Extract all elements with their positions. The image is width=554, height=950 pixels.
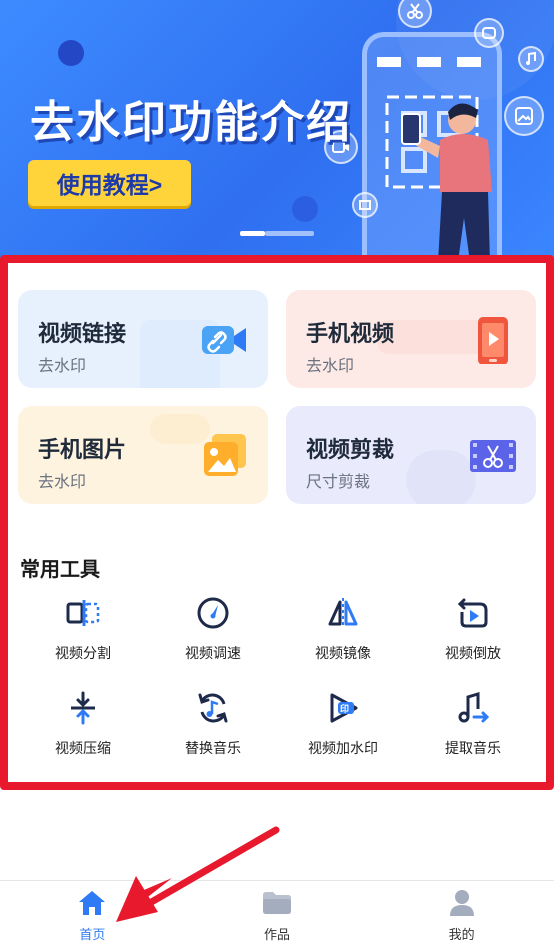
image-icon: [204, 434, 246, 476]
card-subtitle: 尺寸剪裁: [306, 472, 371, 491]
tool-label: 视频倒放: [445, 646, 501, 662]
card-title: 视频链接: [38, 322, 127, 347]
tool-add-watermark[interactable]: 印 视频加水印: [288, 688, 398, 768]
add-watermark-icon: 印: [323, 688, 363, 728]
card-title: 视频剪裁: [306, 438, 395, 463]
folder-icon: [262, 889, 292, 917]
tool-extract-music[interactable]: 提取音乐: [418, 688, 528, 768]
svg-text:印: 印: [340, 703, 349, 715]
nav-label: 作品: [264, 928, 291, 943]
home-icon: [77, 889, 107, 917]
compress-icon: [63, 688, 103, 728]
person-illustration: [401, 103, 492, 262]
pager-dot-active: [240, 231, 265, 236]
tutorial-button[interactable]: 使用教程>: [28, 160, 191, 206]
feature-panel: 视频链接 去水印 手机视频 去水印 手机图片 去水印 视频剪裁 尺寸剪裁 常用工…: [0, 255, 554, 790]
phone-photo-card[interactable]: 手机图片 去水印: [18, 406, 268, 504]
tool-video-reverse[interactable]: 视频倒放: [418, 593, 528, 673]
card-decoration: [406, 450, 476, 504]
tools-section-title: 常用工具: [20, 557, 100, 581]
tool-label: 视频分割: [55, 646, 111, 662]
speed-icon: [193, 593, 233, 633]
banner-decor-circle: [292, 196, 318, 222]
tool-replace-music[interactable]: 替换音乐: [158, 688, 268, 768]
phone-video-card[interactable]: 手机视频 去水印: [286, 290, 536, 388]
tool-video-compress[interactable]: 视频压缩: [28, 688, 138, 768]
tool-label: 视频调速: [185, 646, 241, 662]
tool-label: 提取音乐: [445, 741, 501, 757]
image-bubble-icon: [504, 96, 544, 136]
tool-video-split[interactable]: 视频分割: [28, 593, 138, 673]
banner-decor-circle: [58, 40, 84, 66]
nav-item-mine[interactable]: 我的: [369, 881, 554, 950]
tool-video-mirror[interactable]: 视频镜像: [288, 593, 398, 673]
tool-label: 视频压缩: [55, 741, 111, 757]
banner-title: 去水印功能介绍: [30, 97, 352, 148]
nav-label: 首页: [79, 928, 106, 943]
video-crop-card[interactable]: 视频剪裁 尺寸剪裁: [286, 406, 536, 504]
bottom-nav: 首页 作品 我的: [0, 880, 554, 950]
promo-banner[interactable]: 去水印功能介绍 使用教程>: [0, 0, 554, 262]
tool-video-speed[interactable]: 视频调速: [158, 593, 268, 673]
video-link-card[interactable]: 视频链接 去水印: [18, 290, 268, 388]
card-subtitle: 去水印: [306, 356, 355, 375]
scissors-film-icon: [470, 440, 516, 472]
user-icon: [447, 889, 477, 917]
tool-label: 替换音乐: [185, 741, 241, 757]
music-bubble-icon: [518, 46, 544, 72]
mirror-icon: [323, 593, 363, 633]
nav-item-home[interactable]: 首页: [0, 881, 185, 950]
replace-music-icon: [193, 688, 233, 728]
crop-bubble-icon: [352, 192, 378, 218]
card-subtitle: 去水印: [38, 356, 87, 375]
pager-dot: [265, 231, 314, 236]
card-decoration: [150, 414, 210, 444]
card-title: 手机图片: [38, 438, 127, 463]
watermark-bubble-icon: [474, 18, 504, 48]
link-camera-icon: [202, 326, 246, 354]
extract-music-icon: [453, 688, 493, 728]
reverse-icon: [453, 593, 493, 633]
nav-item-works[interactable]: 作品: [185, 881, 370, 950]
phone-play-icon: [478, 317, 508, 364]
tool-label: 视频加水印: [308, 741, 378, 757]
card-title: 手机视频: [306, 322, 395, 347]
banner-pager: [240, 231, 314, 236]
tool-label: 视频镜像: [315, 646, 371, 662]
nav-label: 我的: [448, 928, 475, 943]
card-subtitle: 去水印: [38, 472, 87, 491]
split-icon: [63, 593, 103, 633]
